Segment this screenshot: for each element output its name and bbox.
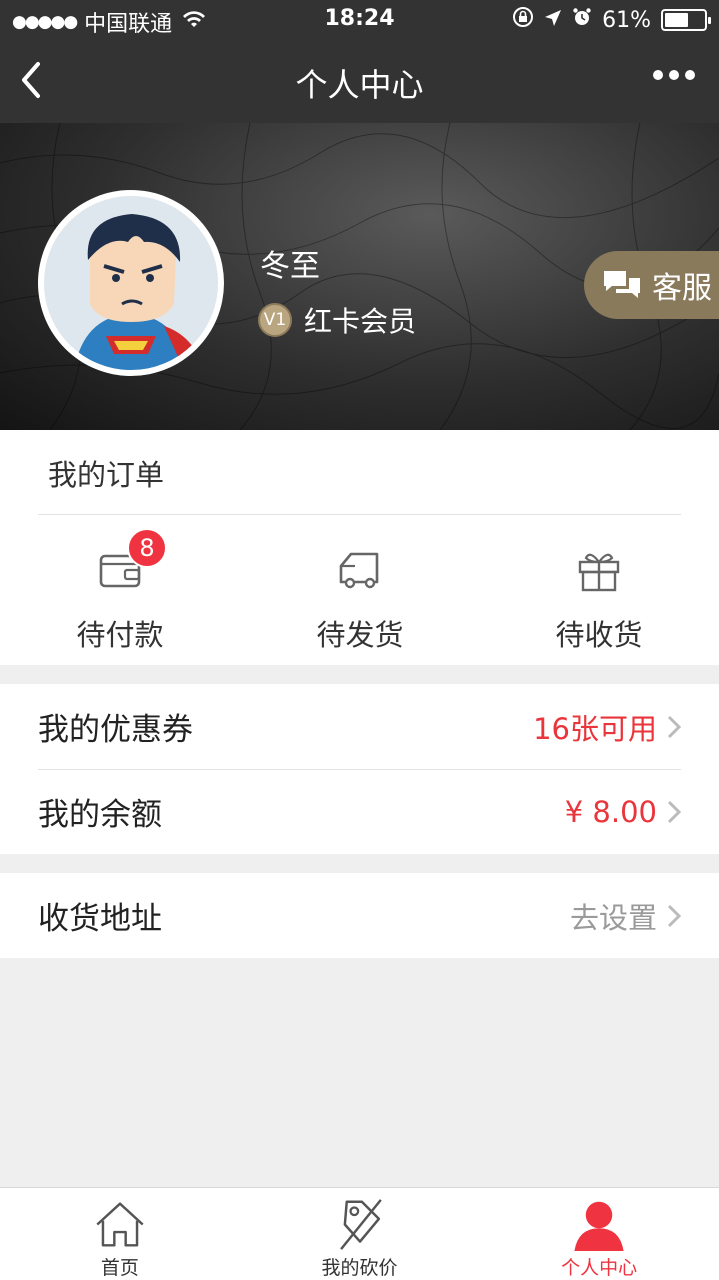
avatar[interactable]: [38, 190, 224, 376]
battery-percent: 61%: [602, 7, 651, 33]
service-label: 客服: [652, 271, 712, 306]
order-pending-receipt[interactable]: 待收货: [519, 548, 679, 654]
coupons-label: 我的优惠券: [38, 712, 193, 748]
rotation-lock-icon: [512, 6, 534, 34]
tab-label: 个人中心: [561, 1257, 638, 1279]
membership-level: V1 红卡会员: [258, 300, 416, 340]
battery-fill: [665, 13, 688, 27]
alarm-icon: [572, 7, 592, 33]
tab-bar: 首页 我的砍价 个人中心: [0, 1187, 719, 1280]
balance-row[interactable]: 我的余额 ¥ 8.00: [0, 769, 719, 854]
tab-bargain[interactable]: 我的砍价: [240, 1188, 480, 1280]
top-bar: ●●●●● 中国联通 18:24 61% 个人中心: [0, 0, 719, 123]
gift-icon: [574, 548, 624, 594]
more-button[interactable]: [653, 70, 695, 80]
chevron-right-icon: [667, 715, 681, 738]
superman-avatar-icon: [44, 196, 218, 370]
balance-value: ¥ 8.00: [564, 794, 657, 829]
address-label: 收货地址: [38, 901, 162, 937]
more-dot-icon: [669, 70, 679, 80]
orders-heading: 我的订单: [48, 458, 165, 492]
address-value: 去设置: [569, 900, 657, 935]
order-pending-shipment[interactable]: 待发货: [280, 548, 440, 654]
tab-label: 我的砍价: [321, 1257, 398, 1279]
status-bar: ●●●●● 中国联通 18:24 61%: [0, 0, 719, 40]
location-icon: [544, 8, 562, 33]
coupons-row[interactable]: 我的优惠券 16张可用: [0, 684, 719, 769]
balance-label: 我的余额: [38, 797, 162, 833]
avatar-image: [44, 196, 218, 370]
profile-banner: 冬至 V1 红卡会员 客服: [0, 123, 719, 430]
page-title: 个人中心: [295, 66, 424, 104]
orders-card: 我的订单 8 待付款 待发货 待收货: [0, 430, 719, 665]
address-group: 收货地址 去设置: [0, 873, 719, 958]
battery-icon: [661, 9, 711, 31]
tab-home[interactable]: 首页: [0, 1188, 240, 1280]
pending-payment-count-badge: 8: [127, 528, 167, 568]
chevron-right-icon: [667, 800, 681, 823]
truck-icon: [335, 548, 385, 594]
username: 冬至: [260, 249, 320, 284]
chat-bubbles-icon: [604, 271, 640, 298]
coupons-value: 16张可用: [533, 711, 657, 746]
chevron-right-icon: [667, 904, 681, 927]
more-dot-icon: [685, 70, 695, 80]
membership-label: 红卡会员: [304, 305, 417, 338]
user-icon: [574, 1201, 624, 1251]
wallet-icon: 8: [95, 528, 167, 594]
address-row[interactable]: 收货地址 去设置: [0, 873, 719, 958]
nav-bar: 个人中心: [0, 40, 719, 123]
order-pending-payment[interactable]: 8 待付款: [40, 528, 200, 654]
order-label: 待付款: [76, 618, 164, 652]
account-group: 我的优惠券 16张可用 我的余额 ¥ 8.00: [0, 684, 719, 854]
order-label: 待收货: [555, 618, 643, 652]
customer-service-button[interactable]: 客服: [584, 251, 719, 319]
order-label: 待发货: [316, 618, 404, 652]
level-badge: V1: [258, 303, 292, 337]
status-right: 61%: [512, 6, 711, 34]
divider: [38, 514, 681, 515]
bargain-tag-icon: [339, 1199, 382, 1250]
more-dot-icon: [653, 70, 663, 80]
tab-profile[interactable]: 个人中心: [479, 1188, 719, 1280]
tab-label: 首页: [100, 1257, 139, 1279]
home-icon: [96, 1202, 144, 1247]
